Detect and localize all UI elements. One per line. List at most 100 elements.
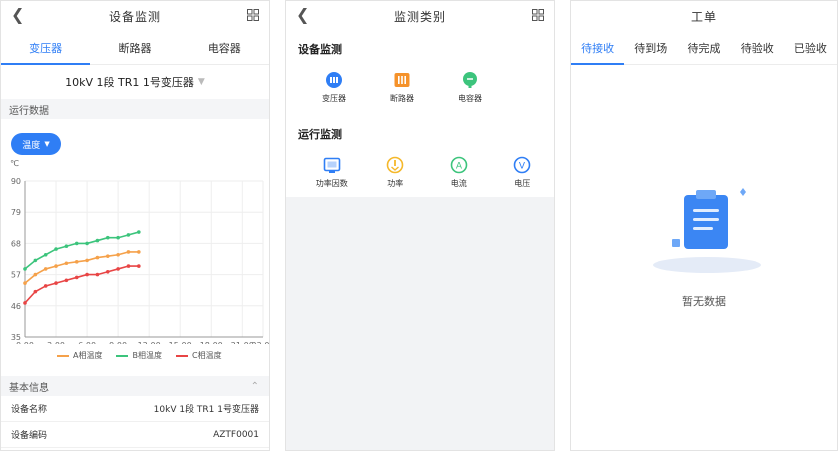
data-point (33, 272, 38, 277)
page-title: 设备监测 (108, 9, 161, 24)
chevron-down-icon: ▼ (197, 77, 205, 87)
x-tick-label: 18:00 (200, 341, 223, 344)
device-tabs: 变压器 断路器 电容器 (1, 31, 269, 65)
basic-info-header[interactable]: 基本信息 ⌃ (1, 376, 269, 396)
grid-menu-icon[interactable] (532, 9, 544, 21)
metric-select-pill[interactable]: 温度 ▼ (11, 133, 61, 155)
x-tick-label: 6:00 (78, 341, 96, 344)
data-point (54, 247, 58, 251)
info-row-name: 设备名称 10kV 1段 TR1 1号变压器 (1, 396, 269, 422)
category-breaker[interactable]: 断路器 (368, 71, 436, 104)
device-select-label: 10kV 1段 TR1 1号变压器 (65, 76, 194, 89)
data-point (43, 284, 48, 288)
data-point (33, 289, 38, 294)
data-point (137, 264, 141, 268)
empty-state-text: 暂无数据 (682, 295, 726, 308)
legend-item-a[interactable]: A相温度 (57, 350, 102, 361)
tab-pending-complete[interactable]: 待完成 (677, 31, 730, 64)
tab-pending-accept[interactable]: 待验收 (731, 31, 784, 64)
category-power-factor[interactable]: 功率因数 (300, 156, 364, 189)
data-point (126, 264, 131, 268)
info-row-code: 设备编码 AZTF0001 (1, 422, 269, 448)
data-point (85, 241, 89, 246)
data-point (54, 264, 58, 268)
data-point (137, 250, 141, 254)
back-icon[interactable]: ❮ (11, 6, 25, 24)
y-tick-label: 68 (11, 239, 21, 248)
y-tick-label: 90 (11, 177, 21, 186)
device-selector[interactable]: 10kV 1段 TR1 1号变压器 ▼ (1, 65, 269, 99)
tab-accepted[interactable]: 已验收 (784, 31, 837, 64)
legend-item-b[interactable]: B相温度 (116, 350, 162, 361)
data-point (54, 281, 58, 285)
category-transformer[interactable]: 变压器 (300, 71, 368, 104)
data-point (126, 233, 131, 237)
data-point (74, 241, 79, 246)
svg-text:A: A (456, 162, 463, 172)
top-bar: 工单 (571, 1, 837, 31)
run-monitor-section-title: 运行监测 (298, 128, 342, 141)
series-line-1 (24, 231, 140, 270)
tab-transformer[interactable]: 变压器 (1, 31, 91, 65)
info-label: 设备名称 (11, 405, 48, 415)
data-point (64, 278, 69, 283)
work-order-screen: 工单 待接收 待到场 待完成 待验收 已验收 暂无数据 (570, 0, 838, 451)
category-label: 电压 (514, 179, 531, 188)
top-bar: ❮ 设备监测 (1, 1, 269, 31)
chevron-up-icon[interactable]: ⌃ (251, 381, 259, 392)
data-point (137, 230, 141, 234)
run-data-header: 运行数据 (1, 99, 269, 119)
data-point (116, 267, 120, 271)
run-data-title: 运行数据 (9, 105, 49, 117)
x-tick-label: 23:00 (251, 341, 270, 344)
category-capacitor[interactable]: 电容器 (436, 71, 504, 104)
data-point (64, 244, 69, 249)
y-tick-label: 57 (11, 271, 21, 280)
monitor-category-screen: ❮ 监测类别 设备监测 变压器 断路器 电容器 运行监测 功率因数 功率 A 电… (285, 0, 555, 451)
x-tick-label: 12:00 (138, 341, 161, 344)
x-tick-label: 21:00 (231, 341, 254, 344)
data-point (64, 261, 69, 266)
category-label: 功率 (387, 179, 404, 188)
work-order-tabs: 待接收 待到场 待完成 待验收 已验收 (571, 31, 837, 65)
category-label: 电容器 (458, 94, 482, 103)
data-point (43, 267, 48, 271)
y-tick-label: 79 (11, 208, 21, 217)
data-point (23, 301, 27, 305)
device-items: 变压器 断路器 电容器 (286, 71, 554, 104)
data-point (95, 238, 100, 243)
top-bar: ❮ 监测类别 (286, 1, 554, 31)
category-current[interactable]: A 电流 (427, 156, 491, 189)
temperature-chart: 3546576879900:003:006:009:0012:0015:0018… (11, 177, 270, 344)
data-point (105, 254, 110, 258)
back-icon[interactable]: ❮ (296, 6, 310, 24)
data-point (126, 250, 131, 254)
tab-capacitor[interactable]: 电容器 (180, 31, 269, 64)
tab-breaker[interactable]: 断路器 (90, 31, 179, 64)
data-point (105, 235, 110, 240)
voltage-icon: V (513, 156, 531, 174)
data-point (74, 275, 79, 280)
category-voltage[interactable]: V 电压 (491, 156, 555, 189)
x-tick-label: 9:00 (109, 341, 127, 344)
x-tick-label: 15:00 (169, 341, 192, 344)
transformer-icon (326, 72, 342, 88)
category-label: 功率因数 (315, 179, 348, 188)
tab-pending-arrival[interactable]: 待到场 (624, 31, 677, 64)
data-point (116, 235, 120, 240)
page-title: 监测类别 (393, 9, 446, 24)
data-point (85, 272, 89, 277)
category-label: 电流 (450, 179, 467, 188)
category-label: 变压器 (322, 94, 346, 103)
device-monitor-screen: ❮ 设备监测 变压器 断路器 电容器 10kV 1段 TR1 1号变压器 ▼ 运… (0, 0, 270, 451)
info-value: AZTF0001 (213, 429, 259, 440)
category-power[interactable]: 功率 (364, 156, 428, 189)
capacitor-icon (463, 72, 477, 88)
grid-menu-icon[interactable] (247, 9, 259, 21)
empty-clipboard-icon (653, 188, 761, 273)
data-point (105, 269, 110, 274)
tab-pending-receive[interactable]: 待接收 (571, 31, 625, 65)
data-point (95, 272, 100, 277)
legend-item-c[interactable]: C相温度 (175, 350, 222, 361)
breaker-icon (394, 73, 410, 87)
